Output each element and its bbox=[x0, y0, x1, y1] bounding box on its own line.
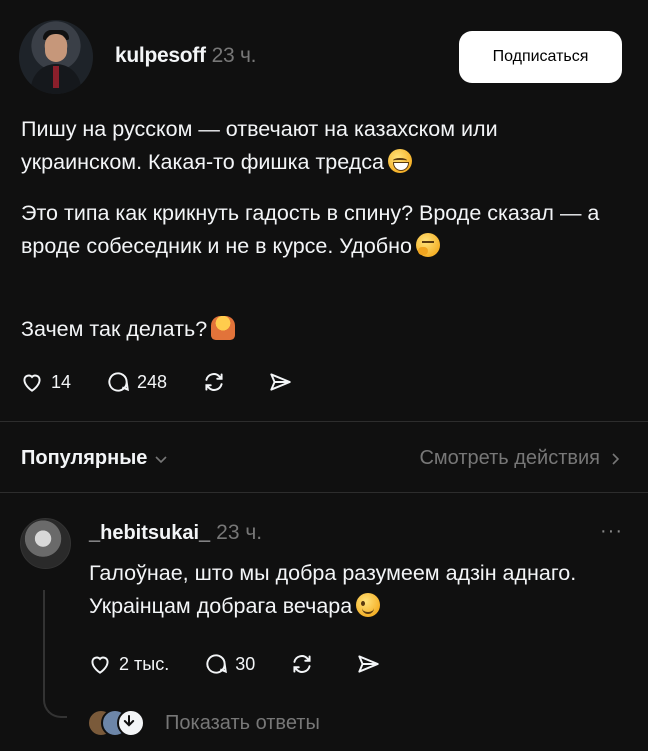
show-replies-link[interactable]: Показать ответы bbox=[165, 712, 320, 735]
follow-button[interactable]: Подписаться bbox=[459, 31, 622, 83]
thinking-face-emoji-icon bbox=[415, 233, 440, 257]
arrow-down-icon bbox=[117, 709, 145, 737]
thread-line bbox=[43, 590, 67, 718]
repost-icon bbox=[293, 655, 311, 673]
repost-icon bbox=[205, 373, 223, 391]
chevron-down-icon bbox=[155, 455, 167, 463]
reply-comment-button[interactable]: 30 bbox=[203, 651, 255, 677]
grinning-sweat-emoji-icon bbox=[388, 149, 412, 173]
reply-repost-button[interactable] bbox=[289, 651, 321, 677]
post-time: 23 ч. bbox=[211, 44, 257, 67]
chevron-right-icon bbox=[612, 452, 620, 465]
repost-button[interactable] bbox=[201, 369, 233, 395]
reply-share-button[interactable] bbox=[355, 651, 387, 677]
replier-avatars[interactable] bbox=[87, 709, 149, 737]
like-count: 14 bbox=[51, 371, 72, 392]
reply-text: Галоўнае, што мы добра разумеем адзін ад… bbox=[89, 557, 609, 623]
reply-author[interactable]: _hebitsukai_ 23 ч. bbox=[89, 521, 262, 545]
reply-actions: 2 тыс. 30 bbox=[87, 649, 421, 679]
reply-text-content: Галоўнае, што мы добра разумеем адзін ад… bbox=[89, 561, 577, 618]
post-paragraph-2: Это типа как крикнуть гадость в спину? В… bbox=[21, 197, 621, 263]
post-author[interactable]: kulpesoff 23 ч. bbox=[115, 44, 256, 68]
sort-dropdown[interactable]: Популярные bbox=[21, 447, 169, 470]
activity-label: Смотреть действия bbox=[419, 447, 600, 469]
post-paragraph-3: Зачем так делать? bbox=[21, 313, 621, 346]
like-button[interactable]: 14 bbox=[19, 369, 71, 395]
winking-face-emoji-icon bbox=[356, 593, 381, 617]
author-avatar[interactable] bbox=[19, 20, 93, 94]
post-paragraph-2-text: Это типа как крикнуть гадость в спину? В… bbox=[21, 201, 600, 258]
comment-button[interactable]: 248 bbox=[105, 369, 167, 395]
reply-like-count: 2 тыс. bbox=[119, 653, 170, 674]
sort-label: Популярные bbox=[21, 447, 148, 469]
share-button[interactable] bbox=[267, 369, 299, 395]
reply-username[interactable]: _hebitsukai_ bbox=[89, 522, 210, 544]
view-activity-link[interactable]: Смотреть действия bbox=[419, 447, 622, 470]
comment-icon bbox=[206, 654, 228, 674]
post-paragraph-1-text: Пишу на русском — отвечают на казахском … bbox=[21, 117, 498, 174]
reply-time: 23 ч. bbox=[216, 521, 263, 544]
heart-icon bbox=[23, 374, 41, 392]
post-paragraph-1: Пишу на русском — отвечают на казахском … bbox=[21, 113, 621, 179]
reply-comment-count: 30 bbox=[235, 653, 256, 674]
more-options-icon[interactable]: ··· bbox=[600, 520, 623, 543]
person-shrugging-emoji-icon bbox=[211, 316, 236, 340]
comment-icon bbox=[108, 372, 129, 392]
divider-bottom bbox=[0, 492, 648, 493]
comment-count: 248 bbox=[137, 371, 168, 392]
send-icon bbox=[270, 373, 291, 391]
post-username[interactable]: kulpesoff bbox=[115, 44, 206, 67]
divider-top bbox=[0, 421, 648, 422]
reply-like-button[interactable]: 2 тыс. bbox=[87, 651, 169, 677]
heart-icon bbox=[91, 656, 109, 674]
post-paragraph-3-text: Зачем так делать? bbox=[21, 317, 208, 341]
send-icon bbox=[358, 655, 379, 673]
reply-author-avatar[interactable] bbox=[20, 518, 71, 569]
post-actions: 14 248 bbox=[19, 367, 333, 397]
